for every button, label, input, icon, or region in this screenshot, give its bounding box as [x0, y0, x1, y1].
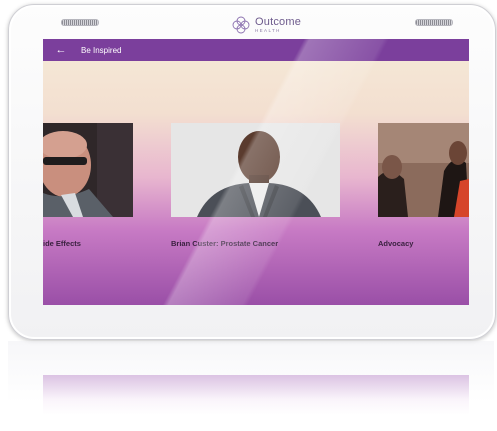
page-title: Be Inspired: [81, 45, 122, 55]
video-caption: ide Effects: [43, 239, 81, 248]
video-thumbnail-image: [171, 123, 340, 217]
tablet-reflection: [8, 341, 494, 429]
app-screen: ← Be Inspired ide Effects Brian Custer: …: [43, 39, 469, 305]
screen-reflection: [43, 375, 469, 415]
brand-logo: Outcome HEALTH: [231, 15, 301, 35]
video-caption: Brian Custer: Prostate Cancer: [171, 239, 279, 248]
video-thumbnail-advocacy[interactable]: [378, 123, 469, 217]
speaker-grille-right: [415, 19, 453, 26]
brand-name: Outcome: [255, 15, 302, 28]
brand-subtitle: HEALTH: [255, 27, 281, 33]
app-bar: ← Be Inspired: [43, 39, 469, 61]
video-thumbnail-image: [378, 123, 469, 217]
speaker-grille-left: [61, 19, 99, 26]
video-thumbnail-image: [43, 123, 133, 217]
video-thumbnail-side-effects[interactable]: [43, 123, 133, 217]
back-arrow-icon[interactable]: ←: [53, 42, 69, 58]
outcome-health-logo-icon: [232, 16, 250, 34]
video-caption: Advocacy: [378, 239, 414, 248]
video-thumbnail-brian-custer[interactable]: [171, 123, 340, 217]
